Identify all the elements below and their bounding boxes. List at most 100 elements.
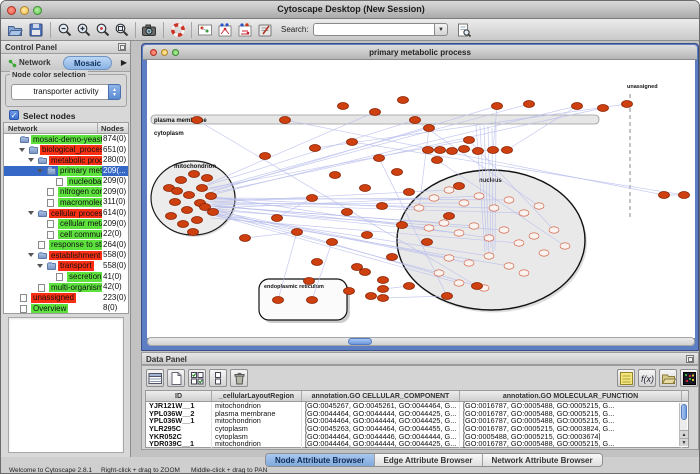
layout-2-icon[interactable]: [237, 22, 253, 38]
node-color-dropdown[interactable]: transporter activity ▲▼: [11, 84, 121, 100]
graph-node[interactable]: [273, 297, 284, 304]
tree-row[interactable]: metabolic process280(0): [4, 155, 128, 166]
graph-node[interactable]: [444, 187, 454, 193]
tree-row[interactable]: response to stimulu264(0): [4, 240, 128, 251]
scroll-down-icon[interactable]: ▼: [680, 438, 688, 446]
graph-node[interactable]: [474, 193, 484, 199]
tree-row[interactable]: mosaic-demo-yeast874(0): [4, 134, 128, 145]
search-dropdown-arrow[interactable]: ▼: [435, 23, 448, 36]
graph-node[interactable]: [622, 101, 633, 108]
graph-node[interactable]: [200, 204, 211, 211]
tree-row[interactable]: biological_process651(0): [4, 145, 128, 156]
graph-node[interactable]: [202, 175, 213, 182]
graph-node[interactable]: [374, 155, 385, 162]
hscroll-thumb[interactable]: [348, 338, 372, 345]
graph-node[interactable]: [454, 230, 464, 236]
graph-node[interactable]: [464, 260, 474, 266]
tree-row[interactable]: cellular process614(0): [4, 208, 128, 219]
graph-node[interactable]: [439, 220, 449, 226]
graph-node[interactable]: [444, 213, 455, 220]
graph-node[interactable]: [414, 205, 424, 211]
graph-node[interactable]: [184, 192, 195, 199]
tree-expand-arrow-icon[interactable]: [28, 211, 34, 215]
help-icon[interactable]: [170, 22, 186, 38]
graph-node[interactable]: [312, 259, 323, 266]
graph-node[interactable]: [502, 147, 513, 154]
graph-node[interactable]: [330, 172, 341, 179]
graph-node[interactable]: [272, 215, 283, 222]
graph-node[interactable]: [459, 146, 470, 153]
graph-node[interactable]: [310, 145, 321, 152]
graph-node[interactable]: [404, 189, 415, 196]
graph-node[interactable]: [539, 250, 549, 256]
graph-node[interactable]: [404, 283, 415, 290]
graph-node[interactable]: [240, 235, 251, 242]
graph-node[interactable]: [392, 169, 403, 176]
tree-row[interactable]: multi-organism pro42(0): [4, 282, 128, 293]
import-folder-icon[interactable]: [659, 369, 677, 387]
formula-icon[interactable]: f(x): [638, 369, 656, 387]
graph-node[interactable]: [307, 195, 318, 202]
unselect-attributes-icon[interactable]: [209, 369, 227, 387]
tree-expand-arrow-icon[interactable]: [37, 264, 43, 268]
graph-node[interactable]: [519, 270, 529, 276]
graph-node[interactable]: [454, 183, 465, 190]
graph-node[interactable]: [484, 235, 494, 241]
graph-node[interactable]: [424, 225, 434, 231]
graph-node[interactable]: [560, 243, 570, 249]
graph-node[interactable]: [499, 227, 509, 233]
network-view-titlebar[interactable]: primary metabolic process: [143, 45, 697, 60]
attribute-table-header[interactable]: ID _cellularLayoutRegion annotation.GO C…: [146, 391, 688, 402]
graph-node[interactable]: [387, 254, 398, 261]
graph-node[interactable]: [197, 185, 208, 192]
delete-attribute-icon[interactable]: [230, 369, 248, 387]
graph-node[interactable]: [442, 293, 453, 300]
graph-node[interactable]: [378, 277, 389, 284]
graph-node[interactable]: [292, 229, 303, 236]
table-row[interactable]: YKR052Ccytoplasm[GO:0044464, GO:0044446,…: [146, 433, 688, 441]
attribute-list-icon[interactable]: [617, 369, 635, 387]
scroll-up-icon[interactable]: ▲: [680, 430, 688, 438]
graph-node[interactable]: [488, 147, 499, 154]
graph-node[interactable]: [659, 192, 670, 199]
table-row[interactable]: YDR039C__1mitochondrion[GO:0044464, GO:0…: [146, 440, 688, 448]
graph-node[interactable]: [366, 293, 377, 300]
graph-node[interactable]: [447, 148, 458, 155]
tree-row[interactable]: unassigned223(0): [4, 293, 128, 304]
vscroll-thumb[interactable]: [681, 404, 687, 420]
network-hscrollbar[interactable]: [147, 337, 695, 346]
graph-node[interactable]: [524, 101, 535, 108]
graph-node[interactable]: [344, 288, 355, 295]
graph-node[interactable]: [534, 203, 544, 209]
graph-node[interactable]: [360, 269, 371, 276]
graph-node[interactable]: [572, 103, 583, 110]
tree-expand-arrow-icon[interactable]: [28, 253, 34, 257]
graph-node[interactable]: [260, 153, 271, 160]
save-icon[interactable]: [28, 22, 44, 38]
table-row[interactable]: YPL036W__1mitochondrion[GO:0044464, GO:0…: [146, 417, 688, 425]
new-attribute-icon[interactable]: [167, 369, 185, 387]
attribute-table-icon[interactable]: [146, 369, 164, 387]
graph-node[interactable]: [166, 213, 177, 220]
graph-node[interactable]: [327, 239, 338, 246]
graph-node[interactable]: [342, 209, 353, 216]
tab-network[interactable]: Network: [5, 56, 57, 70]
graph-node[interactable]: [504, 263, 514, 269]
graph-node[interactable]: [429, 195, 439, 201]
graph-node[interactable]: [370, 109, 381, 116]
graph-node[interactable]: [378, 286, 389, 293]
graph-node[interactable]: [454, 280, 464, 286]
graph-node[interactable]: [188, 229, 199, 236]
graph-node[interactable]: [176, 177, 187, 184]
graph-node[interactable]: [338, 103, 349, 110]
advanced-search-icon[interactable]: [456, 22, 472, 38]
graph-node[interactable]: [192, 117, 203, 124]
tree-expand-arrow-icon[interactable]: [28, 158, 34, 162]
graph-node[interactable]: [464, 137, 475, 144]
tree-row[interactable]: Overview8(0): [4, 303, 128, 314]
graph-node[interactable]: [469, 223, 479, 229]
graph-node[interactable]: [459, 200, 469, 206]
tree-row[interactable]: secretion41(0): [4, 272, 128, 283]
float-panel-icon[interactable]: [118, 43, 126, 51]
graph-node[interactable]: [529, 233, 539, 239]
